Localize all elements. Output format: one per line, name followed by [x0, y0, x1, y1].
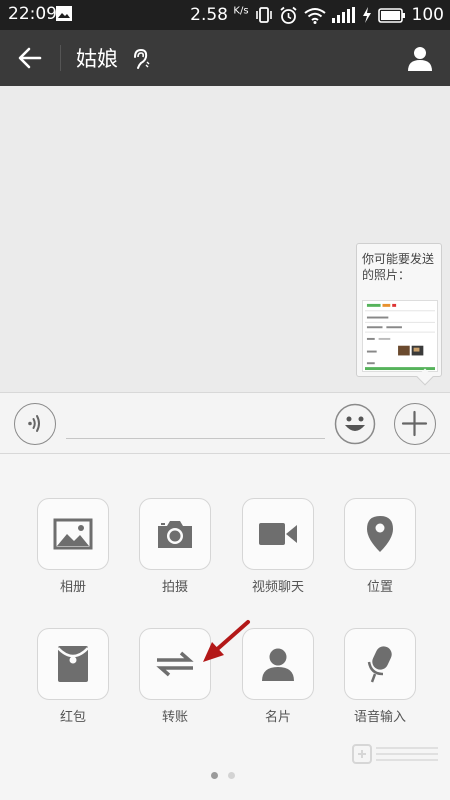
tile-contact-card[interactable]: 名片 [242, 628, 314, 725]
suggested-photo-thumbnail[interactable] [362, 300, 438, 372]
album-icon [53, 518, 93, 550]
page-dot-2[interactable] [228, 772, 235, 779]
location-icon [367, 516, 393, 552]
more-functions-button[interactable] [394, 403, 436, 445]
tile-camera-label: 拍摄 [161, 580, 188, 595]
message-text-input[interactable] [66, 407, 325, 439]
tile-voice-input[interactable]: 语音输入 [344, 628, 416, 725]
gallery-notification-icon [56, 6, 72, 21]
voice-input-tile-box[interactable] [344, 628, 416, 700]
speed-unit: K/s [233, 5, 249, 17]
voice-input-icon [367, 646, 392, 683]
voice-mode-button[interactable] [14, 403, 56, 445]
camera-tile-box[interactable] [139, 498, 211, 570]
contact-card-tile-box[interactable] [242, 628, 314, 700]
status-time: 22:09 [8, 4, 57, 24]
plus-icon [401, 410, 428, 437]
album-tile-box[interactable] [37, 498, 109, 570]
annotation-arrow-icon [203, 620, 250, 662]
header-divider [60, 45, 61, 71]
camera-icon [158, 521, 192, 548]
tile-transfer-label: 转账 [161, 710, 188, 725]
charging-icon [362, 7, 371, 23]
status-right: 2.58 K/s 100 [190, 2, 444, 28]
wifi-icon [303, 7, 326, 24]
chat-header: 姑娘 [0, 30, 450, 86]
voice-icon [28, 415, 40, 432]
tile-red-packet-label: 红包 [59, 710, 86, 725]
suggested-photo-popup[interactable]: 你可能要发送的照片： [356, 243, 442, 386]
tile-album-label: 相册 [59, 580, 86, 595]
location-tile-box[interactable] [344, 498, 416, 570]
emoji-button[interactable] [334, 403, 376, 445]
watermark-logo [352, 744, 438, 764]
profile-icon[interactable] [406, 44, 434, 72]
tile-contact-card-label: 名片 [264, 710, 291, 725]
red-packet-icon [57, 646, 89, 682]
vibrate-icon [255, 7, 272, 23]
video-call-icon [259, 523, 297, 545]
transfer-icon [156, 651, 194, 677]
tile-album[interactable]: 相册 [37, 498, 109, 595]
tile-location[interactable]: 位置 [344, 498, 416, 595]
tile-video-call-label: 视频聊天 [251, 580, 304, 595]
tile-video-call[interactable]: 视频聊天 [242, 498, 314, 595]
chat-title: 姑娘 [76, 47, 118, 71]
tile-location-label: 位置 [366, 580, 393, 595]
page-indicator [211, 772, 235, 779]
tile-voice-input-label: 语音输入 [353, 710, 406, 725]
suggested-photo-label: 你可能要发送的照片： [362, 252, 435, 282]
alarm-icon [279, 6, 297, 24]
tile-red-packet[interactable]: 红包 [37, 628, 109, 725]
tile-camera[interactable]: 拍摄 [139, 498, 211, 595]
back-arrow-icon[interactable] [16, 44, 44, 72]
signal-icon [331, 7, 355, 23]
video-call-tile-box[interactable] [242, 498, 314, 570]
battery-level: 100 [411, 5, 444, 25]
network-speed: 2.58 K/s [190, 5, 249, 25]
page-dot-1[interactable] [211, 772, 218, 779]
earpiece-mode-icon [134, 48, 150, 69]
message-input-bar [0, 392, 450, 454]
battery-icon [377, 7, 405, 23]
contact-card-icon [262, 648, 294, 681]
status-bar: 22:09 2.58 K/s 100 [0, 0, 450, 30]
red-packet-tile-box[interactable] [37, 628, 109, 700]
